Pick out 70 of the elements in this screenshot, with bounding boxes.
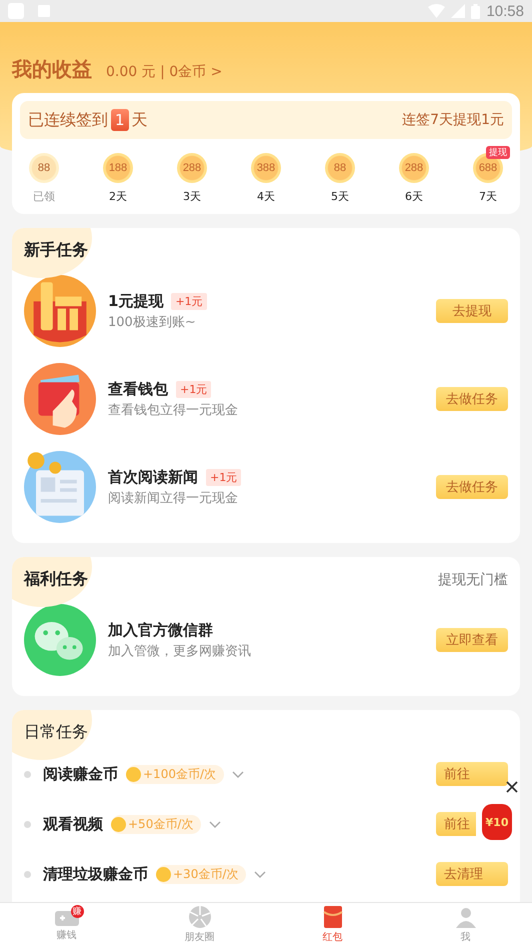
bullet-dot (24, 770, 31, 778)
task-button[interactable]: 去清理 (436, 862, 508, 886)
reward-tag: +1元 (206, 468, 242, 486)
section-title: 日常任务 (24, 722, 88, 743)
chevron-down-icon[interactable] (232, 770, 244, 778)
nav-tab[interactable]: 朋友圈 (133, 903, 266, 946)
withdraw-badge: 提现 (486, 146, 510, 159)
coin-reward-text: +50金币/次 (128, 816, 194, 832)
task-description: 阅读新闻立得一元现金 (108, 490, 239, 506)
task-title: 观看视频 (43, 814, 103, 834)
earnings-summary-link[interactable]: 0.00 元 | 0金币 > (106, 63, 222, 81)
task-description: 加入管微，更多网赚资讯 (108, 642, 252, 660)
nav-tab[interactable]: 我 (399, 903, 532, 946)
task-title: 清理垃圾赚金币 (43, 864, 148, 884)
task-button[interactable]: 立即查看 (436, 628, 508, 652)
section-title: 新手任务 (24, 240, 88, 261)
day-label: 已领 (33, 189, 55, 204)
streak-suffix-text: 天 (132, 110, 148, 130)
task-title: 1元提现 (108, 292, 164, 310)
task-title: 阅读赚金币 (43, 764, 118, 784)
notification-badge: 赚 (70, 905, 84, 918)
coin-icon (156, 866, 171, 882)
streak-count: 1 (111, 109, 129, 131)
envelope-icon (322, 906, 344, 928)
nav-tab[interactable]: 赚 赚钱 (0, 903, 133, 946)
clock-text: 10:58 (486, 2, 524, 20)
newspaper-icon (24, 451, 96, 523)
task-description: 查看钱包立得一元现金 (108, 402, 239, 418)
nav-tab[interactable]: 红包 (266, 903, 399, 946)
task-title: 首次阅读新闻 (108, 468, 198, 486)
day-label: 2天 (109, 189, 127, 204)
reward-coin[interactable]: 88 (29, 153, 59, 183)
streak-prefix-text: 已连续签到 (28, 110, 108, 130)
coin-reward-text: +30金币/次 (173, 866, 238, 882)
task-button[interactable]: 去提现 (436, 299, 508, 323)
coin-icon (126, 766, 141, 782)
person-icon (454, 906, 476, 928)
streak-hint-text: 连签7天提现1元 (402, 111, 504, 129)
section-note: 提现无门槛 (438, 570, 508, 588)
reward-coin[interactable]: 388 (251, 153, 281, 183)
chevron-down-icon[interactable] (209, 820, 222, 828)
day-label: 6天 (405, 189, 423, 204)
chevron-down-icon[interactable] (254, 870, 266, 878)
aperture-icon (188, 906, 210, 928)
task-title: 加入官方微信群 (108, 620, 213, 640)
reward-tag: +1元 (176, 380, 212, 398)
day-label: 4天 (257, 189, 275, 204)
day-label: 3天 (183, 189, 201, 204)
task-button[interactable]: 去做任务 (436, 387, 508, 411)
bullet-dot (24, 870, 31, 878)
coin-icon (111, 816, 126, 832)
task-button[interactable]: 去做任务 (436, 475, 508, 499)
reward-coin[interactable]: 188 (103, 153, 133, 183)
cash-coupon-icon (24, 275, 96, 347)
day-label: 7天 (479, 189, 497, 204)
reward-coin[interactable]: 288 (177, 153, 207, 183)
bullet-dot (24, 820, 31, 828)
reward-coin[interactable]: 88 (325, 153, 355, 183)
reward-tag: +1元 (171, 292, 207, 310)
task-title: 查看钱包 (108, 380, 168, 398)
reward-coin[interactable]: 288 (399, 153, 429, 183)
task-description: 100极速到账~ (108, 314, 197, 330)
earnings-title: 我的收益 (12, 56, 92, 83)
wallet-icon (24, 363, 96, 435)
task-button[interactable]: 前往 (436, 762, 508, 786)
coin-reward-text: +100金币/次 (143, 766, 216, 782)
close-icon[interactable] (506, 781, 518, 793)
day-label: 5天 (331, 189, 349, 204)
section-title: 福利任务 (24, 569, 88, 590)
chat-bubbles-icon (24, 604, 96, 676)
